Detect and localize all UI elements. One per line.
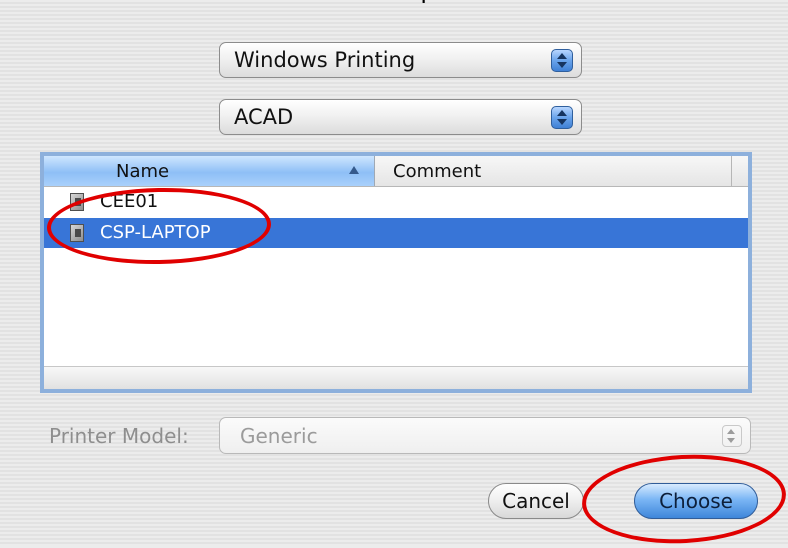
printer-model-stepper-icon — [722, 425, 742, 447]
chevron-down-icon — [557, 119, 567, 125]
chevron-up-icon — [557, 110, 567, 116]
workgroup-stepper-icon — [551, 49, 573, 72]
column-header-name[interactable]: Name — [44, 156, 375, 186]
printer-model-label: Printer Model: — [49, 424, 189, 448]
column-header-name-label: Name — [116, 161, 170, 182]
host-stepper-icon — [551, 106, 573, 129]
host-selected-value: ACAD — [234, 105, 294, 129]
host-popup[interactable]: ACAD — [219, 99, 582, 135]
list-header: Name Comment — [44, 156, 748, 187]
printer-model-popup[interactable]: Generic — [219, 417, 751, 454]
cancel-button[interactable]: Cancel — [488, 483, 584, 519]
column-header-comment-label: Comment — [393, 161, 482, 182]
sort-ascending-icon — [349, 166, 359, 174]
workgroup-selected-value: Windows Printing — [234, 48, 416, 72]
chevron-down-icon — [557, 62, 567, 68]
horizontal-scrollbar[interactable] — [44, 366, 748, 389]
window-title-fragment: p — [408, 0, 448, 10]
chevron-up-icon — [727, 429, 735, 434]
workgroup-popup[interactable]: Windows Printing — [219, 42, 582, 78]
chevron-down-icon — [727, 438, 735, 443]
printer-model-value: Generic — [240, 424, 318, 448]
column-header-comment[interactable]: Comment — [375, 156, 732, 186]
annotation-ellipse — [579, 449, 788, 548]
chevron-up-icon — [557, 53, 567, 59]
